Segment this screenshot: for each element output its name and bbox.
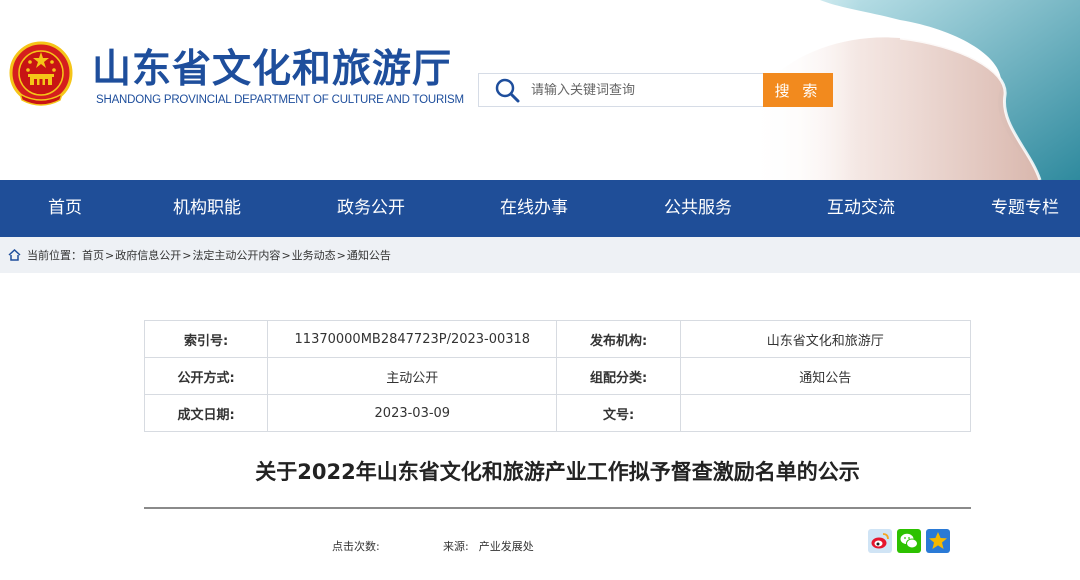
table-row: 索引号: 11370000MB2847723P/2023-00318 发布机构:… xyxy=(143,320,972,358)
breadcrumb-separator: > xyxy=(281,248,291,262)
title-divider xyxy=(144,507,971,509)
article-source: 来源: 产业发展处 xyxy=(443,538,534,554)
breadcrumb-item-home[interactable]: 首页 xyxy=(82,247,104,263)
source-value: 产业发展处 xyxy=(478,540,534,553)
publisher-label: 发布机构: xyxy=(556,320,681,358)
category-value: 通知公告 xyxy=(679,357,972,395)
home-icon xyxy=(8,249,21,261)
disclosure-method-label: 公开方式: xyxy=(143,357,269,395)
breadcrumb-separator: > xyxy=(336,248,346,262)
weibo-icon[interactable] xyxy=(868,529,892,553)
table-row: 成文日期: 2023-03-09 文号: xyxy=(143,394,972,432)
nav-item-home[interactable]: 首页 xyxy=(48,180,82,237)
nav-item-gov-affairs[interactable]: 政务公开 xyxy=(337,180,405,237)
search-input[interactable] xyxy=(531,82,751,98)
source-label: 来源: xyxy=(443,540,469,553)
written-date-value: 2023-03-09 xyxy=(267,394,558,432)
search-button[interactable]: 搜 索 xyxy=(763,73,833,107)
disclosure-method-value: 主动公开 xyxy=(267,357,558,395)
article-title: 关于2022年山东省文化和旅游产业工作拟予督查激励名单的公示 xyxy=(255,460,860,484)
document-info-table: 索引号: 11370000MB2847723P/2023-00318 发布机构:… xyxy=(143,320,972,432)
breadcrumb-item-business-news[interactable]: 业务动态 xyxy=(292,247,336,263)
document-number-label: 文号: xyxy=(556,394,681,432)
nav-item-special-topics[interactable]: 专题专栏 xyxy=(991,180,1059,237)
click-count: 点击次数: xyxy=(332,538,380,554)
search-box xyxy=(478,73,763,107)
main-nav: 首页 机构职能 政务公开 在线办事 公共服务 互动交流 专题专栏 xyxy=(0,180,1080,237)
breadcrumb-item-statutory[interactable]: 法定主动公开内容 xyxy=(192,247,280,263)
breadcrumb-item-notices[interactable]: 通知公告 xyxy=(347,247,391,263)
index-number-value: 11370000MB2847723P/2023-00318 xyxy=(267,320,558,358)
breadcrumb-separator: > xyxy=(105,248,115,262)
wechat-icon[interactable] xyxy=(897,529,921,553)
category-label: 组配分类: xyxy=(556,357,681,395)
site-subtitle: SHANDONG PROVINCIAL DEPARTMENT OF CULTUR… xyxy=(96,94,464,106)
nav-item-public-services[interactable]: 公共服务 xyxy=(664,180,732,237)
qzone-icon[interactable] xyxy=(926,529,950,553)
site-header: 山东省文化和旅游厅 SHANDONG PROVINCIAL DEPARTMENT… xyxy=(0,0,1080,180)
table-row: 公开方式: 主动公开 组配分类: 通知公告 xyxy=(143,357,972,395)
nav-item-interaction[interactable]: 互动交流 xyxy=(827,180,895,237)
national-emblem-icon xyxy=(9,41,73,106)
nav-item-functions[interactable]: 机构职能 xyxy=(173,180,241,237)
breadcrumb-separator: > xyxy=(182,248,192,262)
breadcrumb: 当前位置： 首页 > 政府信息公开 > 法定主动公开内容 > 业务动态 > 通知… xyxy=(0,237,1080,273)
breadcrumb-item-gov-info[interactable]: 政府信息公开 xyxy=(115,247,181,263)
breadcrumb-prefix: 当前位置： xyxy=(27,249,82,262)
index-number-label: 索引号: xyxy=(143,320,269,358)
written-date-label: 成文日期: xyxy=(143,394,269,432)
click-count-label: 点击次数: xyxy=(332,540,380,553)
site-title: 山东省文化和旅游厅 xyxy=(92,47,453,92)
nav-item-online-services[interactable]: 在线办事 xyxy=(500,180,568,237)
document-number-value xyxy=(679,394,972,432)
search-icon xyxy=(495,78,520,103)
publisher-value: 山东省文化和旅游厅 xyxy=(679,320,972,358)
